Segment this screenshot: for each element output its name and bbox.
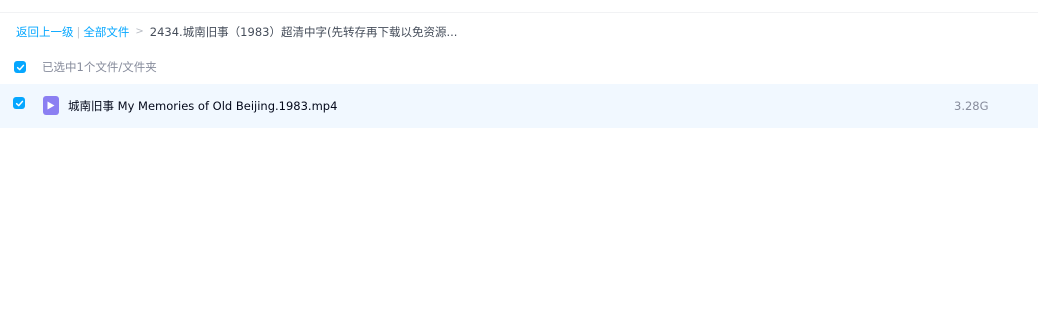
video-file-icon — [43, 96, 59, 115]
selection-count-text: 已选中1个文件/文件夹 — [42, 60, 157, 74]
checkmark-icon — [15, 100, 23, 106]
top-divider — [0, 12, 1038, 13]
play-icon — [47, 101, 55, 110]
current-folder-name: 2434.城南旧事（1983）超清中字(先转存再下载以免资源... — [149, 25, 458, 39]
all-files-link[interactable]: 全部文件 — [83, 24, 129, 40]
row-checkbox[interactable] — [13, 97, 25, 109]
breadcrumb: 返回上一级 | 全部文件 > 2434.城南旧事（1983）超清中字(先转存再下… — [16, 24, 457, 40]
file-size: 3.28G — [954, 99, 989, 113]
breadcrumb-separator: | — [76, 25, 81, 39]
back-link[interactable]: 返回上一级 — [16, 24, 74, 40]
file-name[interactable]: 城南旧事 My Memories of Old Beijing.1983.mp4 — [68, 98, 337, 114]
table-row[interactable]: 城南旧事 My Memories of Old Beijing.1983.mp4… — [0, 84, 1038, 128]
chevron-right-icon: > — [135, 26, 144, 37]
checkmark-icon — [16, 64, 24, 70]
select-all-checkbox[interactable] — [14, 61, 26, 73]
selection-summary: 已选中1个文件/文件夹 — [14, 58, 157, 76]
